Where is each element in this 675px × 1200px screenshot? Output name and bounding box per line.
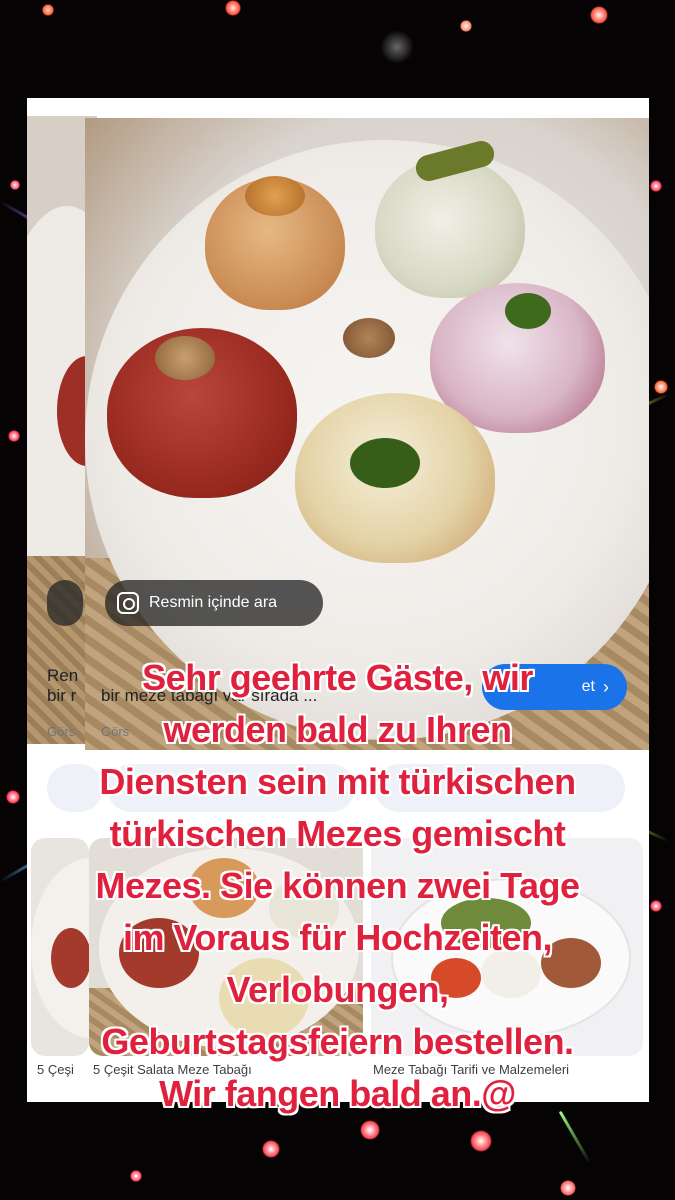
sparkle <box>654 380 668 394</box>
dill-garnish <box>350 438 420 488</box>
overlay-line: Wir fangen bald an.@ <box>159 1073 516 1114</box>
overlay-line: Geburtstagsfeiern bestellen. <box>101 1021 574 1062</box>
walnut-garnish <box>343 318 395 358</box>
sparkle <box>590 6 608 24</box>
sparkle <box>6 790 20 804</box>
sparkle <box>8 430 20 442</box>
overlay-line: Diensten sein mit türkischen <box>99 761 576 802</box>
sparkle <box>560 1180 576 1196</box>
overlay-line: Sehr geehrte Gäste, wir <box>142 657 533 698</box>
search-in-image-label: Resmin içinde ara <box>149 594 278 611</box>
sparkle <box>460 20 472 32</box>
dill-garnish <box>505 293 551 329</box>
sparkle <box>10 180 20 190</box>
sparkle <box>42 4 54 16</box>
walnut-garnish <box>155 336 215 380</box>
overlay-caption: Sehr geehrte Gäste, wir werden bald zu I… <box>20 652 655 1120</box>
overlay-line: werden bald zu Ihren <box>163 709 512 750</box>
sparkle <box>262 1140 280 1158</box>
chickpea-garnish <box>245 176 305 216</box>
overlay-line: Mezes. Sie können zwei Tage <box>95 865 580 906</box>
sparkle <box>360 1120 380 1140</box>
overlay-line: im Voraus für Hochzeiten, <box>123 917 552 958</box>
sparkle <box>130 1170 142 1182</box>
sparkle <box>380 30 414 64</box>
russian-salad-mound <box>375 158 525 298</box>
sparkle <box>225 0 241 16</box>
lens-search-icon <box>117 592 139 614</box>
search-in-image-chip[interactable]: Resmin içinde ara <box>105 580 323 626</box>
sparkle <box>470 1130 492 1152</box>
sparkle <box>650 180 662 192</box>
overlay-line: Verlobungen, <box>226 969 449 1010</box>
lens-chip-previous[interactable] <box>47 580 83 626</box>
overlay-line: türkischen Mezes gemischt <box>109 813 566 854</box>
